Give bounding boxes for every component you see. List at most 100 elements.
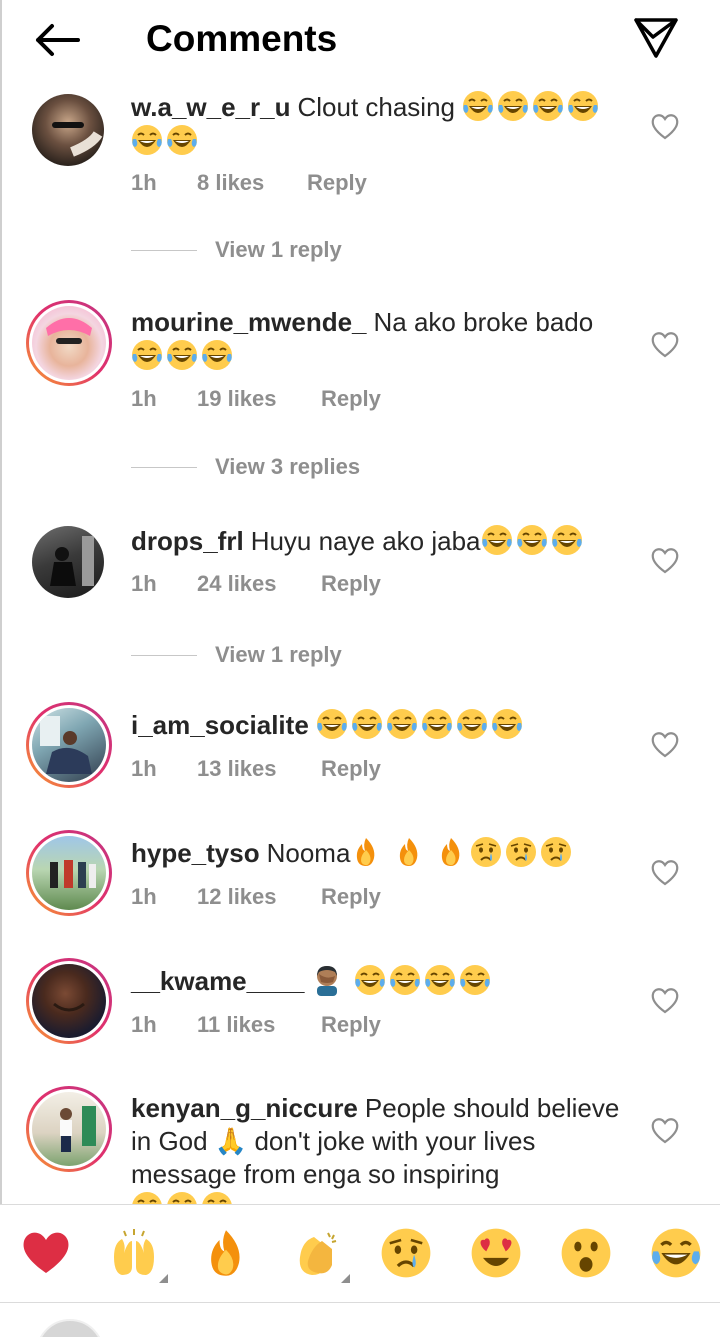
- comment-text: kenyan_g_niccure People should believe in…: [131, 1092, 621, 1204]
- tears-of-joy-icon: [166, 339, 198, 371]
- tears-of-joy-icon: [420, 708, 453, 740]
- comment-username[interactable]: kenyan_g_niccure: [131, 1093, 358, 1123]
- comment-username[interactable]: drops_frl: [131, 526, 244, 556]
- comment-meta: 1h 24 likes Reply: [131, 571, 381, 597]
- comment-body: Clout chasing: [297, 92, 456, 122]
- comment-likes[interactable]: 19 likes: [197, 386, 321, 412]
- avatar[interactable]: [26, 830, 112, 916]
- tears-of-joy-icon: [550, 524, 583, 556]
- share-button[interactable]: [630, 14, 682, 62]
- crying-face-icon[interactable]: [380, 1227, 432, 1279]
- view-replies-button[interactable]: View 3 replies: [131, 454, 360, 480]
- fire-icon: [357, 838, 375, 866]
- raising-hands-button[interactable]: [108, 1227, 168, 1283]
- reply-button[interactable]: Reply: [307, 170, 367, 196]
- facepalm-icon: [317, 966, 338, 996]
- heart-eyes-icon[interactable]: [470, 1227, 522, 1279]
- comment-text: drops_frl Huyu naye ako jaba: [131, 524, 621, 558]
- view-replies-label: View 1 reply: [215, 237, 342, 262]
- comment-username[interactable]: mourine_mwende_: [131, 307, 367, 337]
- reply-button[interactable]: Reply: [321, 386, 381, 412]
- comment-time: 1h: [131, 571, 157, 596]
- avatar[interactable]: [32, 94, 104, 166]
- comment-text: i_am_socialite: [131, 708, 621, 742]
- heart-outline-icon[interactable]: [650, 1116, 680, 1144]
- crying-face-icon: [504, 836, 537, 868]
- red-heart-icon[interactable]: [20, 1227, 72, 1279]
- paper-plane-icon: [634, 18, 678, 58]
- quick-reactions-bar: [0, 1204, 720, 1303]
- tears-of-joy-icon: [455, 708, 488, 740]
- view-replies-label: View 1 reply: [215, 642, 342, 667]
- avatar[interactable]: [26, 1086, 112, 1172]
- tears-of-joy-icon: [166, 124, 198, 156]
- comment-likes[interactable]: 12 likes: [197, 884, 321, 910]
- comment-time: 1h: [131, 756, 157, 781]
- comment-meta: 1h 8 likes Reply: [131, 170, 367, 196]
- skin-tone-indicator: [341, 1274, 350, 1283]
- tears-of-joy-icon[interactable]: [650, 1227, 702, 1279]
- raising-hands-icon: [114, 1229, 154, 1275]
- reply-button[interactable]: Reply: [321, 571, 381, 597]
- heart-outline-icon[interactable]: [650, 330, 680, 358]
- comment-text: mourine_mwende_ Na ako broke bado: [131, 306, 621, 373]
- tears-of-joy-icon: [388, 964, 421, 996]
- comment-text: w.a_w_e_r_u Clout chasing: [131, 90, 621, 158]
- reply-button[interactable]: Reply: [321, 756, 381, 782]
- tears-of-joy-icon: [350, 708, 383, 740]
- header: Comments: [0, 0, 720, 80]
- comment-username[interactable]: __kwame____: [131, 966, 304, 996]
- view-replies-button[interactable]: View 1 reply: [131, 642, 342, 668]
- tears-of-joy-icon: [166, 1191, 198, 1204]
- reply-button[interactable]: Reply: [321, 884, 381, 910]
- avatar[interactable]: [26, 958, 112, 1044]
- heart-outline-icon[interactable]: [650, 858, 680, 886]
- comment-time: 1h: [131, 1012, 157, 1037]
- comment-composer[interactable]: [0, 1302, 720, 1337]
- comment-username[interactable]: hype_tyso: [131, 838, 260, 868]
- comment-likes[interactable]: 13 likes: [197, 756, 321, 782]
- tears-of-joy-icon: [353, 964, 386, 996]
- tears-of-joy-icon: [131, 124, 163, 156]
- comment-meta: 1h 13 likes Reply: [131, 756, 381, 782]
- divider: [131, 466, 197, 468]
- avatar[interactable]: [32, 526, 104, 598]
- tears-of-joy-icon: [201, 1191, 233, 1204]
- avatar[interactable]: [26, 300, 112, 386]
- tears-of-joy-icon: [490, 708, 523, 740]
- divider: [131, 654, 197, 656]
- comment-likes[interactable]: 24 likes: [197, 571, 321, 597]
- crying-face-icon: [469, 836, 502, 868]
- fire-icon[interactable]: [200, 1227, 252, 1279]
- heart-outline-icon[interactable]: [650, 730, 680, 758]
- heart-outline-icon[interactable]: [650, 112, 680, 140]
- tears-of-joy-icon: [497, 90, 530, 122]
- clapping-hands-icon: [299, 1232, 337, 1275]
- avatar[interactable]: [26, 702, 112, 788]
- tears-of-joy-icon: [423, 964, 456, 996]
- comment-meta: 1h 11 likes Reply: [131, 1012, 381, 1038]
- comment-username[interactable]: w.a_w_e_r_u: [131, 92, 290, 122]
- tears-of-joy-icon: [201, 339, 233, 371]
- comment-username[interactable]: i_am_socialite: [131, 710, 309, 740]
- back-button[interactable]: [30, 18, 82, 62]
- crying-face-icon: [539, 836, 572, 868]
- comment-likes[interactable]: 8 likes: [197, 170, 307, 196]
- view-replies-label: View 3 replies: [215, 454, 361, 479]
- surprised-face-icon[interactable]: [560, 1227, 612, 1279]
- tears-of-joy-icon: [567, 90, 600, 122]
- fire-icon: [441, 838, 460, 866]
- heart-outline-icon[interactable]: [650, 986, 680, 1014]
- comment-time: 1h: [131, 386, 157, 411]
- comment-likes[interactable]: 11 likes: [197, 1012, 321, 1038]
- heart-outline-icon[interactable]: [650, 546, 680, 574]
- reply-button[interactable]: Reply: [321, 1012, 381, 1038]
- comment-meta: 1h 19 likes Reply: [131, 386, 381, 412]
- comment-time: 1h: [131, 884, 157, 909]
- comments-list[interactable]: w.a_w_e_r_u Clout chasing 1h 8 likes Reply …: [0, 80, 720, 1204]
- comment-body: Na ako broke bado: [373, 307, 594, 337]
- tears-of-joy-icon: [480, 524, 513, 556]
- view-replies-button[interactable]: View 1 reply: [131, 237, 342, 263]
- clapping-hands-button[interactable]: [290, 1227, 350, 1283]
- tears-of-joy-icon: [131, 339, 163, 371]
